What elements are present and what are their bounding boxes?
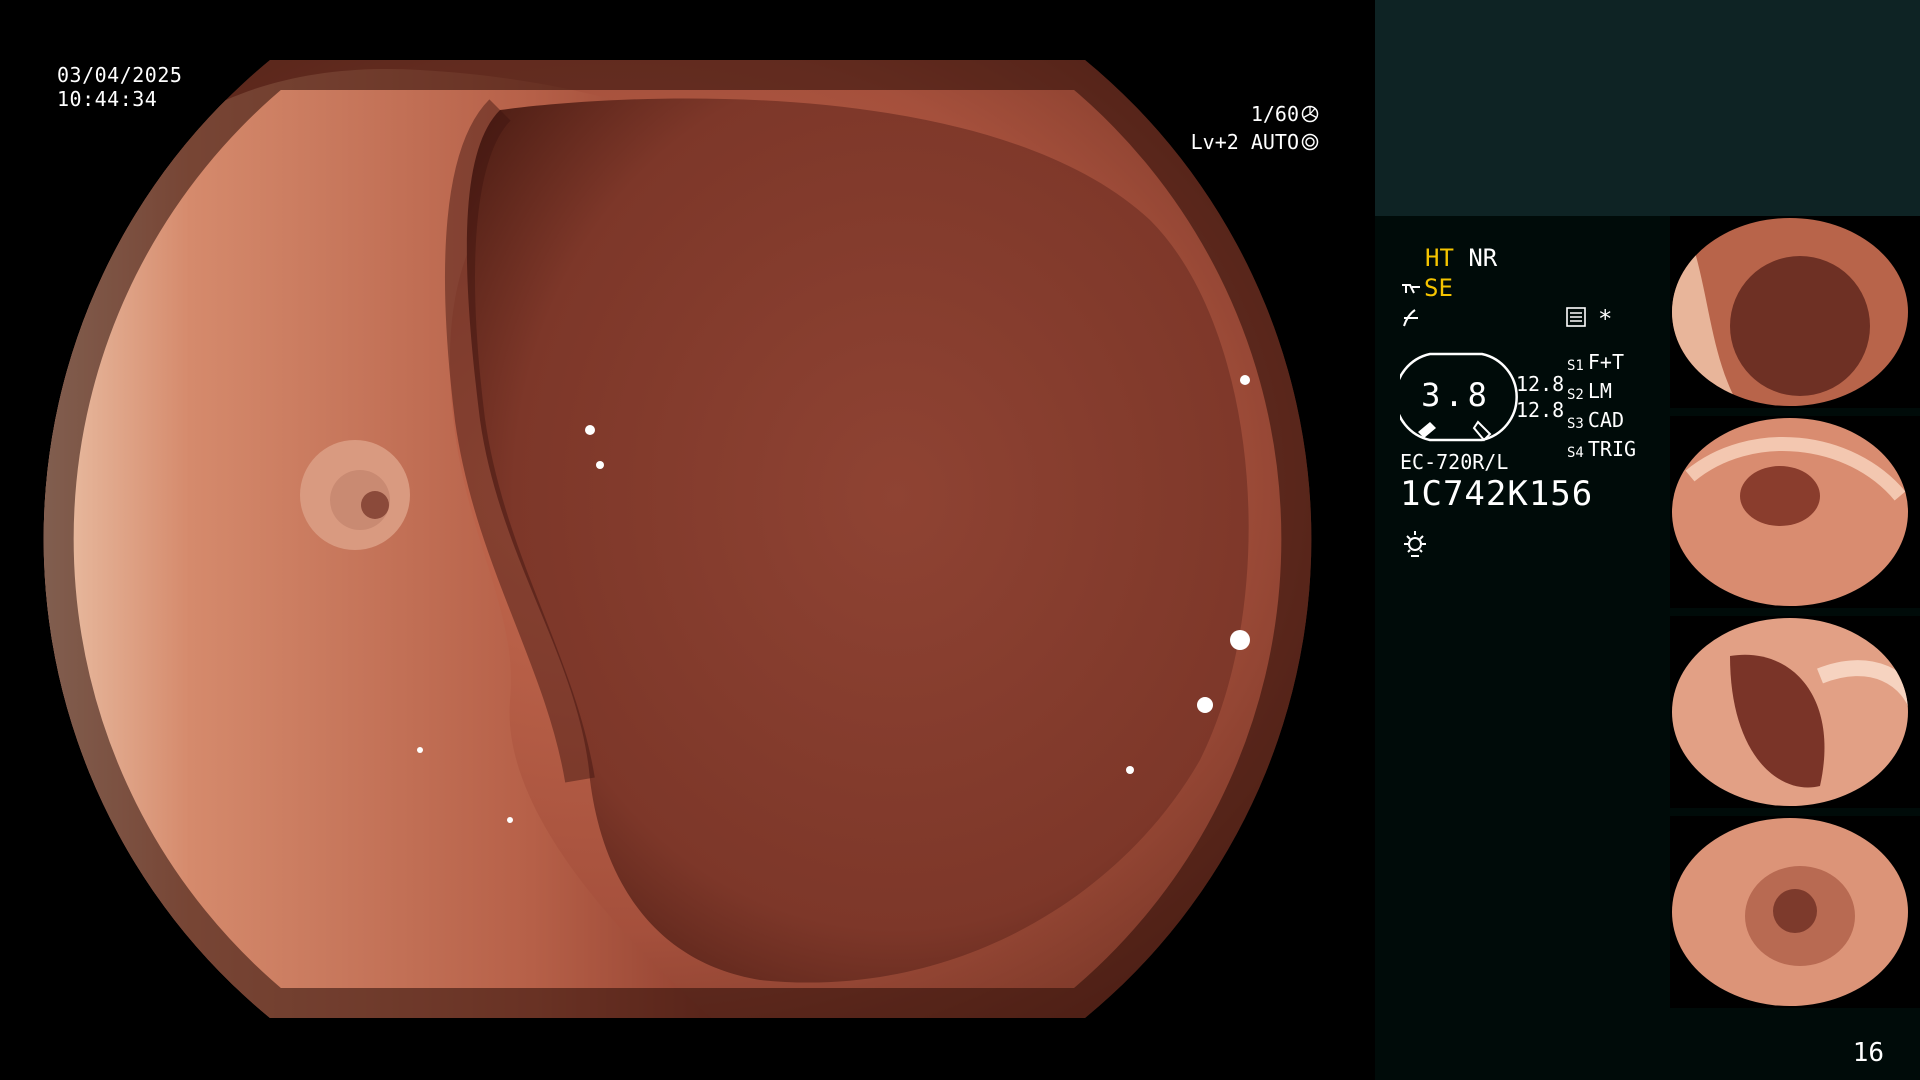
mode-se: SE: [1424, 274, 1453, 302]
mode-nr: NR: [1468, 244, 1498, 272]
thumbnail-4[interactable]: [1670, 816, 1920, 1008]
scope-switches: S1 F+T S2 LM S3 CAD S4 TRIG: [1567, 350, 1636, 466]
shutter-icon: [1301, 105, 1319, 123]
exposure-readout: 1/60 Lv+2 AUTO: [1191, 100, 1319, 156]
dial-value: 3.8: [1421, 376, 1491, 414]
time-text: 10:44:34: [57, 87, 158, 111]
endoscopic-image: [43, 60, 1312, 1018]
scope-dial: 3.8: [1400, 350, 1518, 445]
panel-header-area: [1375, 0, 1920, 216]
endoscope-view: 03/04/2025 10:44:34 1/60 Lv+2 AUTO: [0, 0, 1375, 1080]
structure-enhance-row: SE: [1400, 274, 1453, 302]
sensitivity-2: 12.8: [1516, 398, 1565, 422]
shutter-text: 1/60: [1250, 102, 1299, 126]
star-indicator: *: [1598, 305, 1613, 333]
thumbnail-3[interactable]: [1670, 616, 1920, 808]
switch-s2: S2 LM: [1567, 379, 1612, 403]
mode-ht: HT: [1425, 244, 1454, 272]
scope-model: EC-720R/L: [1400, 450, 1509, 474]
sensitivity-1: 12.8: [1516, 372, 1565, 396]
structure-enhance-icon: [1402, 284, 1420, 294]
thumbnail-2[interactable]: [1670, 416, 1920, 608]
iris-icon: [1301, 133, 1319, 151]
switch-s4: S4 TRIG: [1567, 437, 1637, 461]
switch-s3: S3 CAD: [1567, 408, 1624, 432]
thumbnail-1[interactable]: [1670, 216, 1920, 408]
scope-serial: 1C742K156: [1400, 474, 1594, 514]
enhancement-modes: HT NR: [1425, 244, 1497, 272]
datetime-readout: 03/04/2025 10:44:34: [57, 63, 182, 111]
date-text: 03/04/2025: [57, 63, 183, 87]
color-tone-icon: [1403, 309, 1418, 327]
switch-s1: S1 F+T: [1567, 350, 1624, 374]
info-panel: HT NR SE * 3.8 12.8 12.8 S1 F+T S2 LM S3 CA…: [1375, 0, 1920, 1080]
light-mode-text: Lv+2 AUTO: [1190, 130, 1299, 154]
frame-count: 16: [1852, 1038, 1884, 1068]
document-icon: [1566, 307, 1586, 327]
lamp-icon: [1404, 531, 1426, 557]
